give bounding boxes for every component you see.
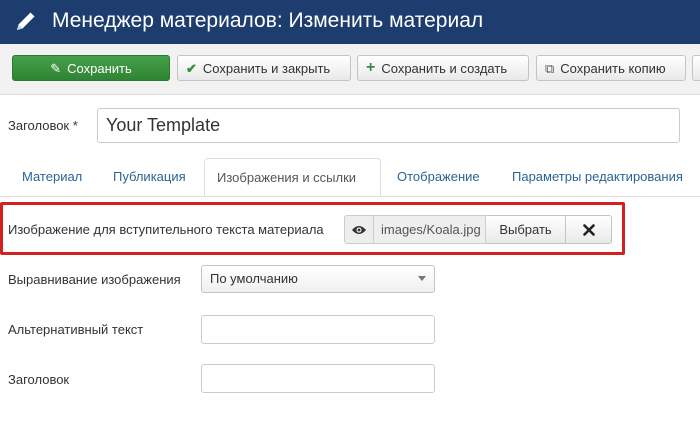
copy-icon: ⧉ (545, 60, 555, 76)
align-select[interactable]: По умолчанию (201, 265, 435, 293)
save-close-button-label: Сохранить и закрыть (202, 60, 331, 76)
title-label: Заголовок * (8, 118, 78, 133)
save-copy-button-label: Сохранить копию (560, 60, 666, 76)
save-copy-button[interactable]: ⧉ Сохранить копию (536, 55, 686, 81)
edit-icon: ✎ (50, 60, 62, 76)
save-new-button[interactable]: + Сохранить и создать (357, 55, 529, 81)
caption-input[interactable] (201, 364, 435, 393)
header-bar: Менеджер материалов: Изменить материал (0, 0, 700, 44)
pencil-icon (17, 12, 35, 30)
tab-edit-settings[interactable]: Параметры редактирования (512, 158, 683, 196)
save-close-button[interactable]: ✔ Сохранить и закрыть (177, 55, 351, 81)
save-button[interactable]: ✎ Сохранить (12, 55, 170, 81)
page-title: Менеджер материалов: Изменить материал (52, 9, 484, 32)
tab-publishing[interactable]: Публикация (113, 158, 186, 196)
tab-article[interactable]: Материал (22, 158, 82, 196)
alt-text-input[interactable] (201, 315, 435, 344)
image-path-input[interactable]: images/Koala.jpg (374, 215, 486, 244)
intro-image-field: images/Koala.jpg Выбрать (344, 215, 612, 244)
select-image-button[interactable]: Выбрать (486, 215, 566, 244)
tab-bar: Материал Публикация Изображения и ссылки… (0, 158, 700, 197)
align-select-value: По умолчанию (210, 271, 298, 286)
check-icon: ✔ (186, 60, 197, 76)
alt-text-label: Альтернативный текст (8, 322, 144, 337)
tab-display[interactable]: Отображение (397, 158, 480, 196)
save-button-label: Сохранить (67, 60, 132, 76)
intro-image-label: Изображение для вступительного текста ма… (8, 222, 324, 237)
chevron-down-icon (418, 276, 426, 281)
plus-icon: + (366, 59, 376, 76)
toolbar: ✎ Сохранить ✔ Сохранить и закрыть + Сохр… (0, 44, 700, 95)
save-new-button-label: Сохранить и создать (381, 60, 508, 76)
tab-images-links[interactable]: Изображения и ссылки (204, 158, 381, 196)
close-icon (582, 223, 595, 236)
more-button[interactable] (692, 55, 700, 81)
clear-image-button[interactable] (566, 215, 612, 244)
title-input[interactable]: Your Template (97, 108, 680, 143)
eye-icon (352, 225, 366, 234)
caption-label: Заголовок (8, 372, 70, 387)
align-label: Выравнивание изображения (8, 272, 181, 287)
preview-button[interactable] (344, 215, 374, 244)
